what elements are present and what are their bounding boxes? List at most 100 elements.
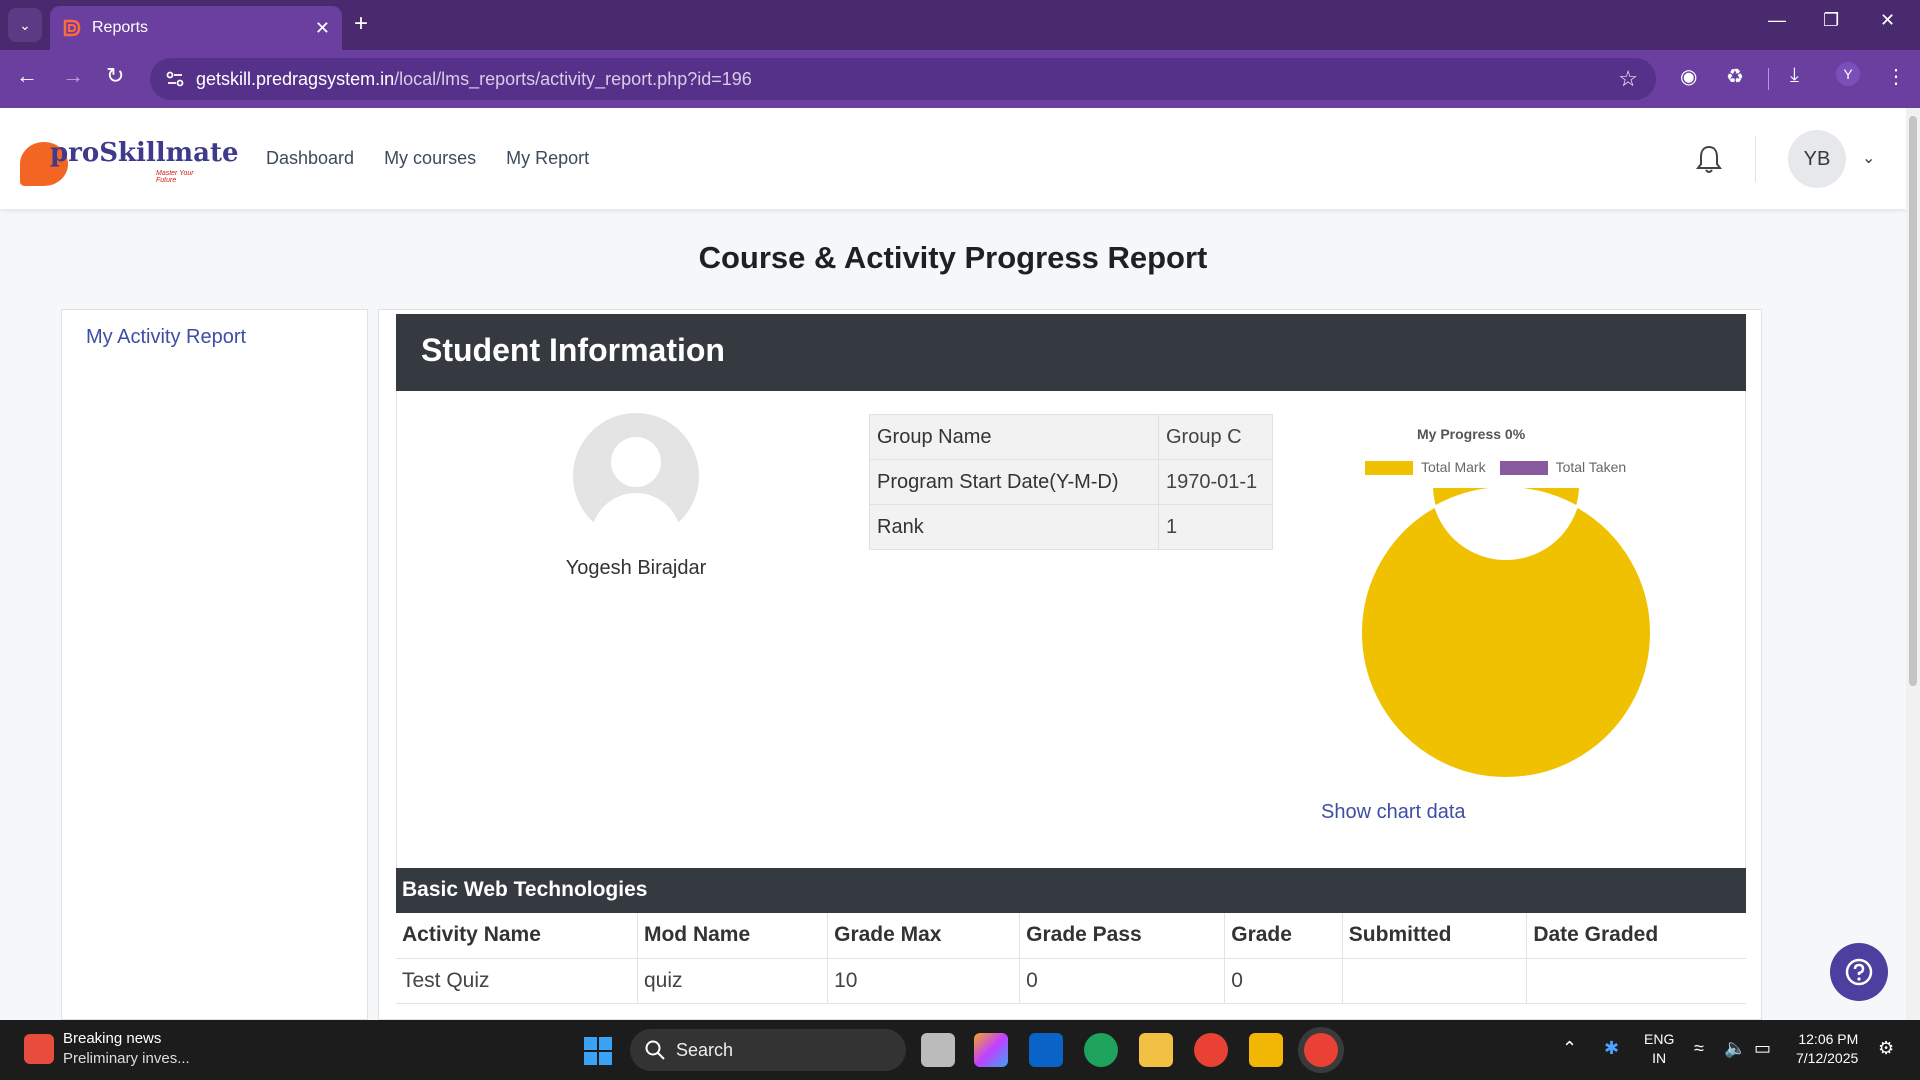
table-cell [1526, 958, 1746, 1004]
file-explorer-icon[interactable] [1139, 1033, 1173, 1067]
news-widget-icon[interactable] [24, 1034, 54, 1064]
page-scrollbar[interactable] [1906, 108, 1920, 1020]
system-clock[interactable]: 12:06 PM 7/12/2025 [1796, 1030, 1858, 1068]
question-icon [1845, 958, 1873, 986]
student-info-header: Student Information [396, 314, 1746, 391]
activity-table: Activity Name Mod Name Grade Max Grade Pass… [396, 913, 1746, 1004]
site-logo[interactable]: proSkillmate Master Your Future [20, 134, 239, 186]
task-view-icon[interactable] [921, 1033, 955, 1067]
info-value: 1 [1158, 504, 1273, 550]
lang-region: IN [1652, 1050, 1667, 1066]
column-header: Grade [1224, 913, 1343, 959]
clock-date: 7/12/2025 [1796, 1050, 1859, 1066]
news-subtitle[interactable]: Preliminary inves... [63, 1050, 190, 1067]
search-label: Search [676, 1039, 734, 1060]
forward-icon[interactable]: → [62, 63, 84, 89]
browser-toolbar: ← → ↻ getskill.predragsystem.in/local/lm… [0, 50, 1920, 108]
table-cell: 0 [1224, 958, 1343, 1004]
browser-tab-reports[interactable]: Reports ✕ [50, 6, 342, 50]
battery-icon[interactable]: ▭ [1754, 1038, 1771, 1059]
profile-avatar[interactable]: Y [1836, 62, 1860, 86]
legend-swatch [1499, 461, 1548, 476]
restore-icon[interactable]: ❐ [1823, 10, 1839, 31]
edge-icon[interactable] [1084, 1033, 1118, 1067]
student-info-table: Group Name Group C Program Start Date(Y-… [869, 414, 1273, 550]
volume-icon[interactable]: 🔈 [1724, 1038, 1746, 1059]
browser-tab-bar: ⌄ Reports ✕ + — ❐ ✕ [0, 0, 1920, 50]
chrome-profile-icon[interactable] [1304, 1033, 1338, 1067]
site-info-icon[interactable] [164, 68, 186, 90]
info-value: 1970-01-1 [1158, 459, 1273, 505]
bluetooth-icon[interactable]: ✱ [1604, 1038, 1619, 1059]
sidebar-link-activity-report[interactable]: My Activity Report [86, 326, 246, 349]
nav-my-courses[interactable]: My courses [384, 148, 476, 169]
search-icon [645, 1040, 665, 1060]
info-value: Group C [1158, 414, 1273, 460]
report-panel: Student Information Yogesh Birajdar Grou… [378, 309, 1762, 1020]
legend-label: Total Mark [1421, 459, 1486, 475]
outlook-icon[interactable] [1029, 1033, 1063, 1067]
copilot-icon[interactable] [974, 1033, 1008, 1067]
nav-dashboard[interactable]: Dashboard [266, 148, 354, 169]
close-tab-icon[interactable]: ✕ [315, 18, 330, 39]
windows-start-icon[interactable] [583, 1036, 613, 1066]
address-bar[interactable]: getskill.predragsystem.in/local/lms_repo… [150, 58, 1656, 100]
column-header: Grade Pass [1019, 913, 1225, 959]
wifi-icon[interactable]: ≈ [1694, 1038, 1704, 1059]
tab-search-button[interactable]: ⌄ [8, 8, 42, 42]
student-avatar [573, 413, 699, 539]
reload-icon[interactable]: ↻ [106, 63, 124, 89]
kebab-menu-icon[interactable]: ⋮ [1886, 64, 1906, 89]
table-cell [1341, 958, 1527, 1004]
windows-taskbar: Breaking news Preliminary inves... Searc… [0, 1020, 1920, 1080]
table-cell: Test Quiz [396, 958, 638, 1004]
legend-swatch [1365, 461, 1413, 476]
show-chart-data-link[interactable]: Show chart data [1321, 801, 1466, 824]
info-row: Group Name Group C [869, 414, 1273, 460]
primary-nav: Dashboard My courses My Report [266, 148, 589, 169]
notification-bell-icon[interactable] [1696, 144, 1722, 174]
course-header: Basic Web Technologies [396, 868, 1746, 913]
taskbar-search[interactable]: Search [630, 1029, 906, 1071]
input-language[interactable]: ENG IN [1644, 1030, 1674, 1068]
column-header: Activity Name [396, 913, 638, 959]
notification-center-icon[interactable]: ⚙ [1878, 1038, 1894, 1059]
sidebar-panel: My Activity Report [61, 309, 368, 1020]
site-header: proSkillmate Master Your Future Dashboar… [0, 108, 1906, 209]
legend-label: Total Taken [1555, 459, 1627, 475]
news-title[interactable]: Breaking news [63, 1030, 161, 1047]
scrollbar-thumb[interactable] [1909, 116, 1917, 686]
header-divider [1755, 136, 1756, 182]
logo-text: proSkillmate [50, 138, 239, 168]
new-tab-button[interactable]: + [354, 10, 368, 38]
info-key: Group Name [869, 414, 1159, 460]
minimize-icon[interactable]: — [1768, 10, 1786, 31]
chrome-icon[interactable] [1194, 1033, 1228, 1067]
progress-donut-chart [1361, 488, 1651, 778]
bookmark-star-icon[interactable]: ☆ [1618, 66, 1638, 92]
legend-item-total-mark[interactable]: Total Mark [1365, 459, 1486, 476]
info-key: Program Start Date(Y-M-D) [869, 459, 1159, 505]
extensions-puzzle-icon[interactable]: ♻ [1726, 64, 1744, 89]
user-avatar[interactable]: YB [1788, 130, 1846, 188]
column-header: Mod Name [636, 913, 828, 959]
close-window-icon[interactable]: ✕ [1880, 10, 1895, 31]
power-bi-icon[interactable] [1249, 1033, 1283, 1067]
student-info-body: Yogesh Birajdar Group Name Group C Progr… [396, 391, 1746, 871]
url-path: /local/lms_reports/activity_report.php?i… [394, 68, 752, 89]
nav-my-report[interactable]: My Report [506, 148, 589, 169]
table-header-row: Activity Name Mod Name Grade Max Grade Pass… [396, 913, 1746, 959]
column-header: Date Graded [1526, 913, 1746, 959]
back-icon[interactable]: ← [16, 63, 38, 89]
info-key: Rank [869, 504, 1159, 550]
logo-tagline: Master Your Future [156, 170, 194, 184]
student-name: Yogesh Birajdar [565, 557, 707, 579]
user-menu-chevron-icon[interactable]: ⌄ [1862, 148, 1875, 168]
download-icon[interactable]: ⤓ [1790, 64, 1799, 87]
lang-code: ENG [1644, 1031, 1675, 1047]
tray-overflow-icon[interactable]: ⌃ [1562, 1038, 1577, 1059]
legend-item-total-taken[interactable]: Total Taken [1499, 459, 1627, 476]
extension-color-icon[interactable]: ◉ [1680, 64, 1697, 89]
chevron-down-icon: ⌄ [19, 16, 31, 33]
help-button[interactable] [1830, 943, 1888, 1001]
